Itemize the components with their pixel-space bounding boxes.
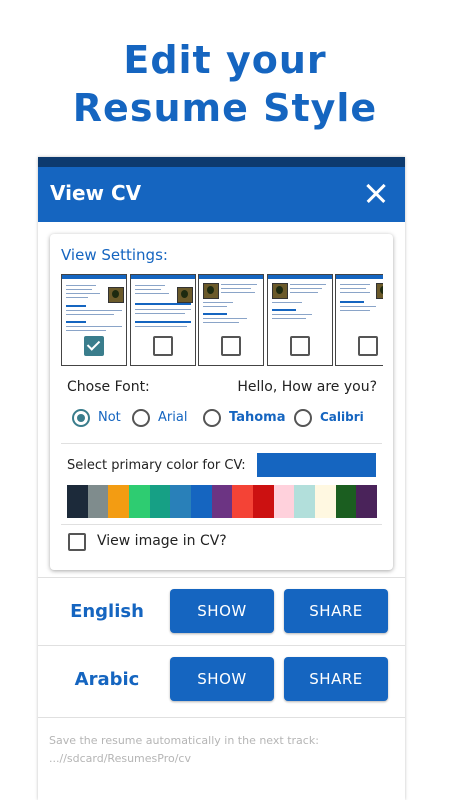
divider: [61, 524, 382, 525]
template-thumbnail-1[interactable]: [61, 274, 127, 366]
divider: [61, 443, 382, 444]
promo-title-line2: Resume Style: [72, 86, 378, 130]
language-name: Arabic: [74, 669, 140, 690]
english-share-button[interactable]: SHARE: [284, 589, 388, 633]
radio-icon: [294, 409, 312, 427]
language-row-arabic: Arabic SHOW SHARE: [38, 646, 405, 712]
template-carousel[interactable]: [61, 274, 383, 366]
footer-path: ...//sdcard/ResumesPro/cv: [49, 752, 191, 765]
arabic-show-button[interactable]: SHOW: [170, 657, 274, 701]
english-show-button[interactable]: SHOW: [170, 589, 274, 633]
status-strip: [38, 157, 405, 167]
template-checkbox-2[interactable]: [153, 336, 173, 356]
template-checkbox-1[interactable]: [84, 336, 104, 356]
color-swatch[interactable]: [87, 485, 109, 518]
radio-icon: [72, 409, 90, 427]
color-label: Select primary color for CV:: [67, 458, 246, 473]
template-thumbnail-3[interactable]: [198, 274, 264, 366]
radio-icon: [132, 409, 150, 427]
app-bar-title: View CV: [50, 181, 142, 205]
template-thumbnail-5[interactable]: [335, 274, 383, 366]
color-swatch[interactable]: [253, 485, 274, 518]
template-thumbnail-2[interactable]: [130, 274, 196, 366]
color-swatch[interactable]: [149, 485, 171, 518]
color-swatch[interactable]: [273, 485, 295, 518]
color-palette: [67, 485, 378, 518]
template-photo: [177, 287, 193, 303]
template-header-bar: [62, 275, 126, 279]
template-photo: [203, 283, 219, 299]
font-preview-text: Hello, How are you?: [237, 379, 377, 395]
color-swatch[interactable]: [191, 485, 212, 518]
template-photo: [108, 287, 124, 303]
language-name: English: [70, 601, 144, 622]
color-swatch[interactable]: [108, 485, 130, 518]
template-checkbox-3[interactable]: [221, 336, 241, 356]
color-swatch[interactable]: [356, 485, 378, 518]
view-image-checkbox[interactable]: [68, 533, 86, 551]
language-row-english: English SHOW SHARE: [38, 578, 405, 644]
color-swatch[interactable]: [211, 485, 233, 518]
view-image-label: View image in CV?: [97, 533, 227, 549]
dialog-screen: View CV View Settings: Chose Font: Hello…: [38, 157, 405, 800]
radio-icon: [203, 409, 221, 427]
color-swatch[interactable]: [232, 485, 254, 518]
color-swatch[interactable]: [129, 485, 150, 518]
color-swatch[interactable]: [335, 485, 357, 518]
template-photo: [376, 283, 383, 299]
color-swatch[interactable]: [170, 485, 192, 518]
template-checkbox-4[interactable]: [290, 336, 310, 356]
footer-line1: Save the resume automatically in the nex…: [49, 734, 319, 747]
template-thumbnail-4[interactable]: [267, 274, 333, 366]
arabic-share-button[interactable]: SHARE: [284, 657, 388, 701]
promo-title-line1: Edit your: [123, 38, 327, 82]
footer-note: Save the resume automatically in the nex…: [49, 732, 319, 768]
settings-card: View Settings: Chose Font: Hello, How ar…: [50, 234, 393, 570]
view-settings-label: View Settings:: [61, 246, 168, 264]
color-swatch[interactable]: [315, 485, 336, 518]
font-label: Chose Font:: [67, 379, 150, 395]
divider: [38, 717, 405, 718]
color-swatch[interactable]: [294, 485, 316, 518]
selected-color-preview[interactable]: [257, 453, 376, 477]
app-bar: View CV: [38, 167, 405, 222]
close-icon[interactable]: [361, 178, 391, 208]
template-photo: [272, 283, 288, 299]
color-swatch[interactable]: [67, 485, 88, 518]
template-checkbox-5[interactable]: [358, 336, 378, 356]
